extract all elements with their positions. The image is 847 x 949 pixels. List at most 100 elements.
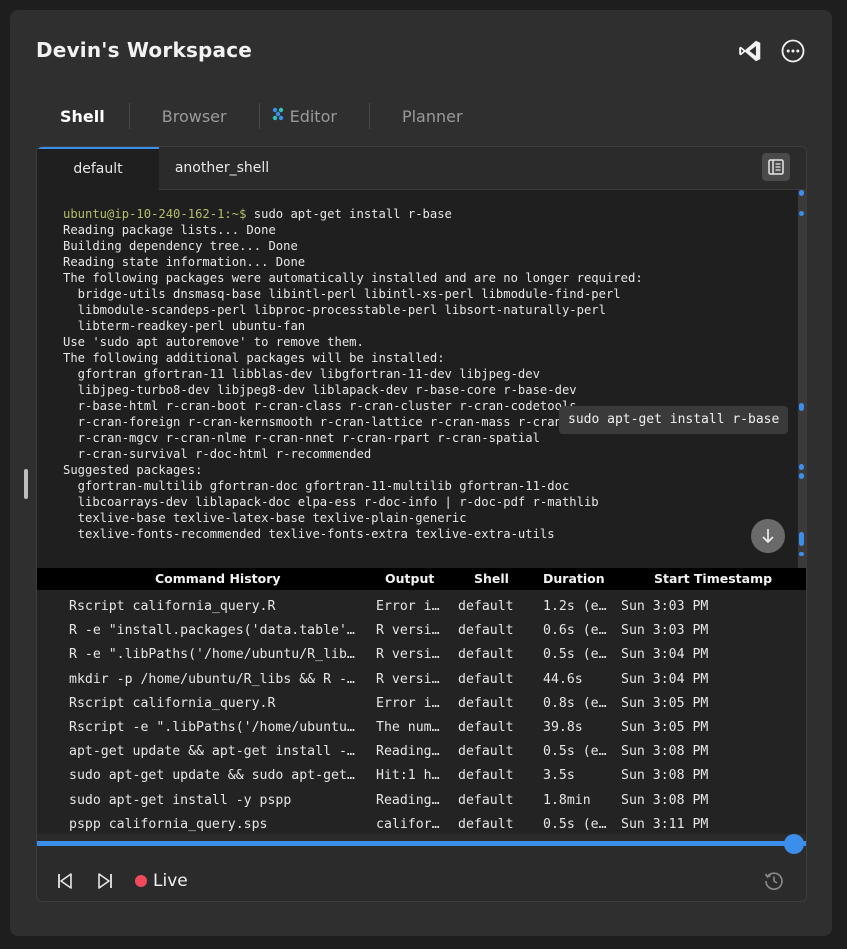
row-timestamp: Sun 3:08 PM — [621, 768, 709, 784]
live-indicator[interactable]: Live — [135, 867, 188, 895]
row-duration: 39.8s — [543, 720, 583, 735]
command-history: Command History Output Shell Duration St… — [37, 568, 806, 834]
table-row[interactable]: Rscript -e ".libPaths('/home/ubuntu… The … — [37, 716, 806, 740]
row-output: R versi… — [376, 671, 440, 687]
terminal-line: gfortran gfortran-11 libblas-dev libgfor… — [63, 367, 540, 381]
row-shell: default — [458, 671, 514, 687]
tab-editor[interactable]: Editor — [260, 106, 369, 126]
terminal-line: bridge-utils dnsmasq-base libintl-perl l… — [63, 287, 621, 301]
row-duration: 1.2s (e… — [543, 599, 607, 614]
live-dot-icon — [135, 875, 147, 887]
row-timestamp: Sun 3:03 PM — [621, 623, 709, 639]
playback-progress-bar[interactable] — [37, 841, 806, 846]
column-start-timestamp: Start Timestamp — [654, 571, 773, 586]
terminal-output-lines: Reading package lists... Done Building d… — [63, 223, 643, 541]
history-button[interactable] — [763, 867, 785, 895]
row-duration: 1.8min — [543, 792, 591, 808]
vscode-icon[interactable] — [737, 38, 763, 64]
shell-tab-another-shell[interactable]: another_shell — [159, 147, 285, 189]
table-row[interactable]: pspp california_query.sps califor… default… — [37, 813, 806, 837]
terminal-line: libmodule-scandeps-perl libproc-processt… — [63, 303, 606, 317]
table-row[interactable]: sudo apt-get install -y pspp Reading… defa… — [37, 789, 806, 813]
table-row[interactable]: mkdir -p /home/ubuntu/R_libs && R -… R ve… — [37, 668, 806, 692]
row-timestamp: Sun 3:05 PM — [621, 695, 709, 711]
terminal-line: Reading package lists... Done — [63, 223, 276, 237]
skip-forward-button[interactable] — [95, 867, 115, 895]
row-command: sudo apt-get update && sudo apt-get… — [69, 768, 355, 784]
row-command: R -e "install.packages('data.table'… — [69, 623, 355, 639]
terminal-line: texlive-fonts-recommended texlive-fonts-… — [63, 527, 555, 541]
playback-scrubber-handle[interactable] — [784, 834, 804, 854]
terminal-prompt: ubuntu@ip-10-240-162-1:~$ — [63, 207, 247, 221]
row-duration: 3.5s — [543, 768, 575, 784]
row-command: Rscript california_query.R — [69, 599, 276, 614]
terminal-line: texlive-base texlive-latex-base texlive-… — [63, 511, 467, 525]
workspace-title: Devin's Workspace — [36, 38, 253, 62]
terminal-line: r-cran-mgcv r-cran-nlme r-cran-nnet r-cr… — [63, 431, 540, 445]
row-timestamp: Sun 3:03 PM — [621, 599, 709, 614]
table-row[interactable]: R -e ".libPaths('/home/ubuntu/R_lib… R ve… — [37, 643, 806, 667]
row-timestamp: Sun 3:05 PM — [621, 720, 709, 735]
terminal[interactable]: ubuntu@ip-10-240-162-1:~$ sudo apt-get i… — [37, 190, 806, 568]
column-duration: Duration — [543, 571, 605, 586]
row-shell: default — [458, 768, 514, 784]
row-shell: default — [458, 623, 514, 639]
terminal-line: The following packages were automaticall… — [63, 271, 643, 285]
row-output: R versi… — [376, 623, 440, 639]
scroll-marker — [799, 473, 804, 479]
split-view-button[interactable] — [762, 153, 790, 181]
live-label: Live — [153, 871, 188, 891]
row-timestamp: Sun 3:11 PM — [621, 816, 709, 832]
row-shell: default — [458, 792, 514, 808]
terminal-line: r-cran-foreign r-cran-kernsmooth r-cran-… — [63, 415, 584, 429]
row-shell: default — [458, 816, 514, 832]
row-command: pspp california_query.sps — [69, 816, 268, 832]
table-row[interactable]: Rscript california_query.R Error i… defaul… — [37, 692, 806, 716]
column-shell: Shell — [474, 571, 509, 586]
row-shell: default — [458, 720, 514, 735]
workspace-tabs: Shell Browser Editor Planner — [36, 100, 495, 132]
tab-shell[interactable]: Shell — [36, 107, 129, 126]
row-output: Reading… — [376, 792, 440, 808]
table-row[interactable]: Rscript california_query.R Error i… defaul… — [37, 595, 806, 619]
row-output: R versi… — [376, 647, 440, 663]
row-output: Hit:1 h… — [376, 768, 440, 784]
scroll-marker — [799, 532, 804, 546]
tab-planner[interactable]: Planner — [370, 107, 495, 126]
terminal-line: r-base-html r-cran-boot r-cran-class r-c… — [63, 399, 577, 413]
row-shell: default — [458, 647, 514, 663]
shell-tab-default[interactable]: default — [37, 147, 159, 190]
terminal-line: libterm-readkey-perl ubuntu-fan — [63, 319, 306, 333]
terminal-scrollbar[interactable] — [798, 190, 806, 568]
scroll-marker — [799, 552, 804, 556]
table-row[interactable]: sudo apt-get update && sudo apt-get… Hit:… — [37, 764, 806, 788]
row-duration: 0.6s (e… — [543, 623, 607, 639]
tab-browser[interactable]: Browser — [130, 107, 259, 126]
row-command: apt-get update && apt-get install -… — [69, 744, 355, 760]
row-timestamp: Sun 3:08 PM — [621, 744, 709, 760]
scroll-marker — [799, 403, 804, 411]
resize-handle[interactable] — [24, 469, 28, 499]
row-shell: default — [458, 695, 514, 711]
table-row[interactable]: R -e "install.packages('data.table'… R ve… — [37, 619, 806, 643]
more-options-icon[interactable] — [780, 38, 806, 64]
row-timestamp: Sun 3:08 PM — [621, 792, 709, 808]
terminal-line: gfortran-multilib gfortran-doc gfortran-… — [63, 479, 570, 493]
skip-back-icon — [58, 873, 72, 889]
row-output: Reading… — [376, 744, 440, 760]
row-timestamp: Sun 3:04 PM — [621, 671, 709, 687]
terminal-line: Use 'sudo apt autoremove' to remove them… — [63, 335, 364, 349]
scroll-to-bottom-button[interactable] — [751, 519, 785, 553]
skip-forward-icon — [98, 873, 112, 889]
table-row[interactable]: apt-get update && apt-get install -… Read… — [37, 740, 806, 764]
row-timestamp: Sun 3:04 PM — [621, 647, 709, 663]
row-command: sudo apt-get install -y pspp — [69, 792, 292, 808]
scroll-marker — [799, 211, 804, 216]
row-shell: default — [458, 744, 514, 760]
skip-back-button[interactable] — [55, 867, 75, 895]
row-duration: 44.6s — [543, 671, 583, 687]
terminal-line: Reading state information... Done — [63, 255, 306, 269]
terminal-line: libcoarrays-dev liblapack-doc elpa-ess r… — [63, 495, 599, 509]
scroll-marker — [799, 190, 804, 196]
row-command: Rscript california_query.R — [69, 695, 276, 711]
